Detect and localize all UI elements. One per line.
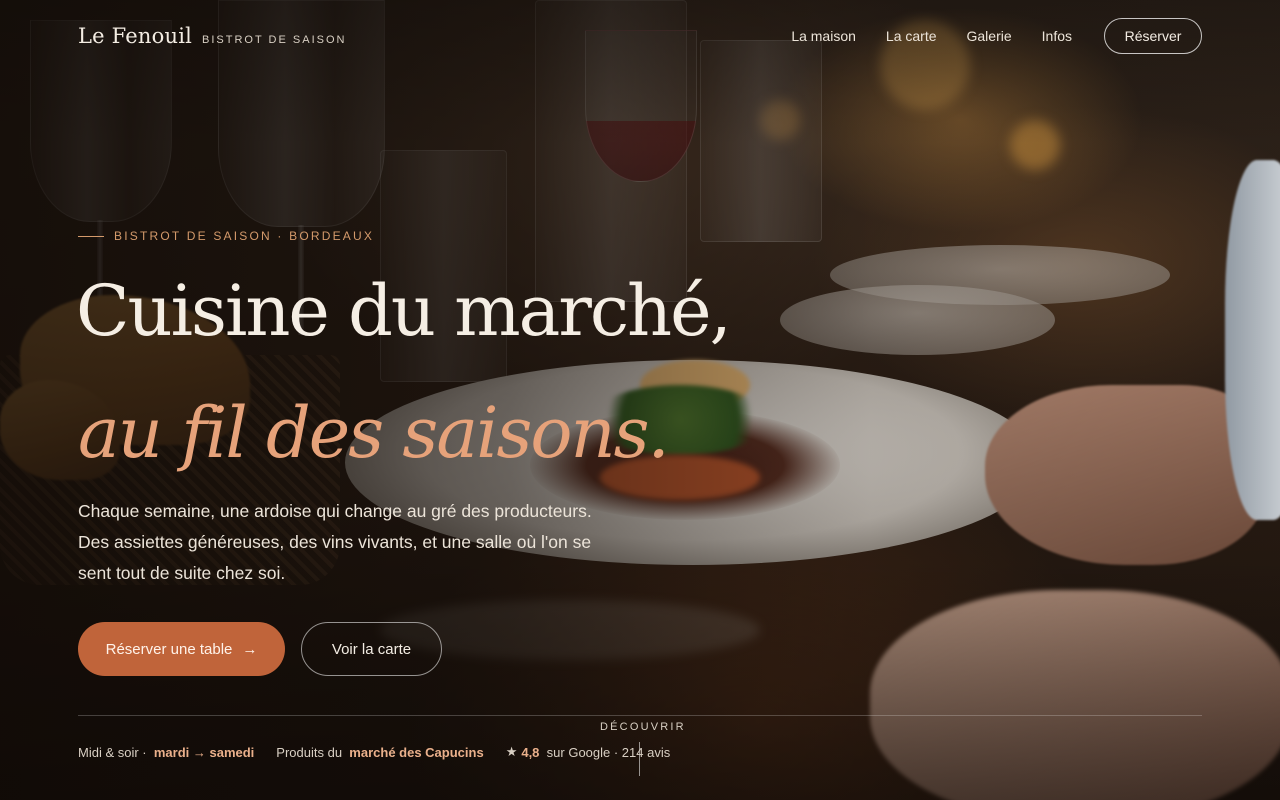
hero-description-line: Des assiettes généreuses, des vins vivan… bbox=[78, 532, 592, 552]
main-nav: La maison La carte Galerie Infos bbox=[791, 28, 1072, 44]
hours-days: mardi → samedi bbox=[153, 744, 255, 760]
reserve-button[interactable]: Réserver bbox=[1104, 18, 1202, 54]
discover-label[interactable]: DÉCOUVRIR bbox=[600, 721, 686, 733]
hero-title-line-2: au fil des saisons. bbox=[78, 392, 670, 474]
view-menu-button[interactable]: Voir la carte bbox=[301, 622, 442, 676]
hero-description-line: sent tout de suite chez soi. bbox=[78, 563, 286, 583]
hero-description: Chaque semaine, une ardoise qui change a… bbox=[78, 496, 648, 589]
arrow-right-icon: → bbox=[242, 640, 258, 658]
eyebrow-line bbox=[78, 235, 104, 237]
star-icon: ★ bbox=[505, 744, 518, 759]
hero-eyebrow: BISTROT DE SAISON · BORDEAUX bbox=[78, 229, 374, 243]
nav-link-la-maison[interactable]: La maison bbox=[791, 28, 856, 44]
nav-link-galerie[interactable]: Galerie bbox=[967, 28, 1012, 44]
rating-source: sur Google · 214 avis bbox=[546, 744, 671, 760]
nav-link-infos[interactable]: Infos bbox=[1042, 28, 1072, 44]
site-header: Le Fenouil BISTROT DE SAISON La maison L… bbox=[78, 16, 1202, 56]
products-prefix: Produits du bbox=[276, 744, 343, 760]
rating-value: 4,8 bbox=[521, 744, 540, 760]
eyebrow-text: BISTROT DE SAISON · BORDEAUX bbox=[114, 229, 375, 243]
nav-link-la-carte[interactable]: La carte bbox=[886, 28, 937, 44]
divider bbox=[78, 715, 1202, 716]
brand[interactable]: Le Fenouil BISTROT DE SAISON bbox=[78, 24, 346, 48]
hours-prefix: Midi & soir · bbox=[78, 744, 147, 760]
logo[interactable]: Le Fenouil bbox=[78, 24, 192, 48]
book-table-label: Réserver une table bbox=[105, 640, 233, 658]
products-place: marché des Capucins bbox=[349, 744, 484, 760]
book-table-button[interactable]: Réserver une table → bbox=[78, 622, 285, 676]
info-bar: Midi & soir · mardi → samedi Produits du… bbox=[78, 744, 670, 760]
hero-description-line: Chaque semaine, une ardoise qui change a… bbox=[78, 501, 592, 521]
brand-tagline: BISTROT DE SAISON bbox=[202, 34, 347, 46]
hero-title-line-1: Cuisine du marché, bbox=[76, 270, 732, 352]
